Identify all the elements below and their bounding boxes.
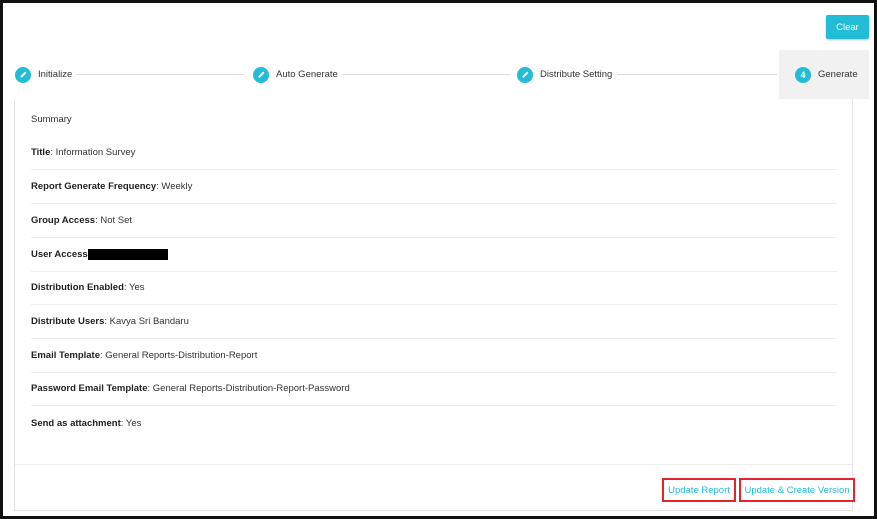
row-value: : Yes bbox=[123, 282, 145, 293]
row-key: Distribute Users bbox=[31, 316, 105, 327]
summary-row-group-access: Group Access : Not Set bbox=[31, 204, 837, 238]
pencil-icon bbox=[517, 66, 533, 83]
summary-row-frequency: Report Generate Frequency : Weekly bbox=[31, 170, 837, 204]
summary-row-email-template: Email Template : General Reports-Distrib… bbox=[31, 339, 837, 373]
step-connector bbox=[617, 74, 777, 75]
row-key: User Access bbox=[31, 249, 88, 260]
row-key: Email Template bbox=[31, 350, 100, 361]
update-create-version-button[interactable]: Update & Create Version bbox=[739, 478, 855, 502]
summary-row-send-as-attachment: Send as attachment : Yes bbox=[31, 406, 837, 440]
step-distribute-setting[interactable]: Distribute Setting bbox=[517, 50, 612, 99]
clear-button[interactable]: Clear bbox=[826, 15, 869, 39]
row-value: : General Reports-Distribution-Report bbox=[100, 350, 258, 361]
step-number-badge: 4 bbox=[795, 66, 811, 83]
row-key: Title bbox=[31, 147, 51, 158]
step-auto-generate[interactable]: Auto Generate bbox=[253, 50, 338, 99]
row-value: : Yes bbox=[120, 417, 142, 429]
row-key: Report Generate Frequency bbox=[31, 181, 157, 192]
step-generate[interactable]: 4 Generate bbox=[779, 50, 869, 99]
footer-divider bbox=[15, 464, 852, 465]
stepper: Initialize Auto Generate Distribute Sett… bbox=[8, 50, 869, 99]
summary-row-user-access: User Access bbox=[31, 238, 837, 272]
summary-panel: Summary Title : Information Survey Repor… bbox=[14, 99, 855, 511]
row-value: : Information Survey bbox=[50, 147, 136, 158]
row-value: : Weekly bbox=[156, 181, 193, 192]
step-label: Initialize bbox=[38, 69, 73, 80]
row-key: Password Email Template bbox=[31, 383, 148, 394]
row-key: Group Access bbox=[31, 215, 96, 226]
summary-row-distribute-users: Distribute Users : Kavya Sri Bandaru bbox=[31, 305, 837, 339]
step-label: Distribute Setting bbox=[540, 69, 613, 80]
step-label: Generate bbox=[818, 69, 858, 80]
summary-row-password-email-template: Password Email Template : General Report… bbox=[31, 372, 837, 406]
row-value: : General Reports-Distribution-Report-Pa… bbox=[147, 383, 350, 394]
summary-heading: Summary bbox=[31, 114, 72, 125]
step-connector bbox=[76, 74, 244, 75]
row-key: Distribution Enabled bbox=[31, 282, 124, 293]
redacted-value bbox=[87, 249, 168, 260]
row-value: : Not Set bbox=[95, 215, 133, 226]
page-frame: Clear Initialize Auto Generate Distribut… bbox=[0, 0, 877, 519]
summary-row-title: Title : Information Survey bbox=[31, 136, 837, 170]
step-label: Auto Generate bbox=[276, 69, 338, 80]
pencil-icon bbox=[253, 66, 269, 83]
row-value: : Kavya Sri Bandaru bbox=[104, 316, 189, 327]
step-connector bbox=[342, 74, 510, 75]
update-report-button[interactable]: Update Report bbox=[662, 478, 736, 502]
pencil-icon bbox=[15, 66, 31, 83]
step-initialize[interactable]: Initialize bbox=[15, 50, 72, 99]
summary-row-distribution-enabled: Distribution Enabled : Yes bbox=[31, 271, 837, 305]
row-key: Send as attachment bbox=[31, 417, 121, 429]
